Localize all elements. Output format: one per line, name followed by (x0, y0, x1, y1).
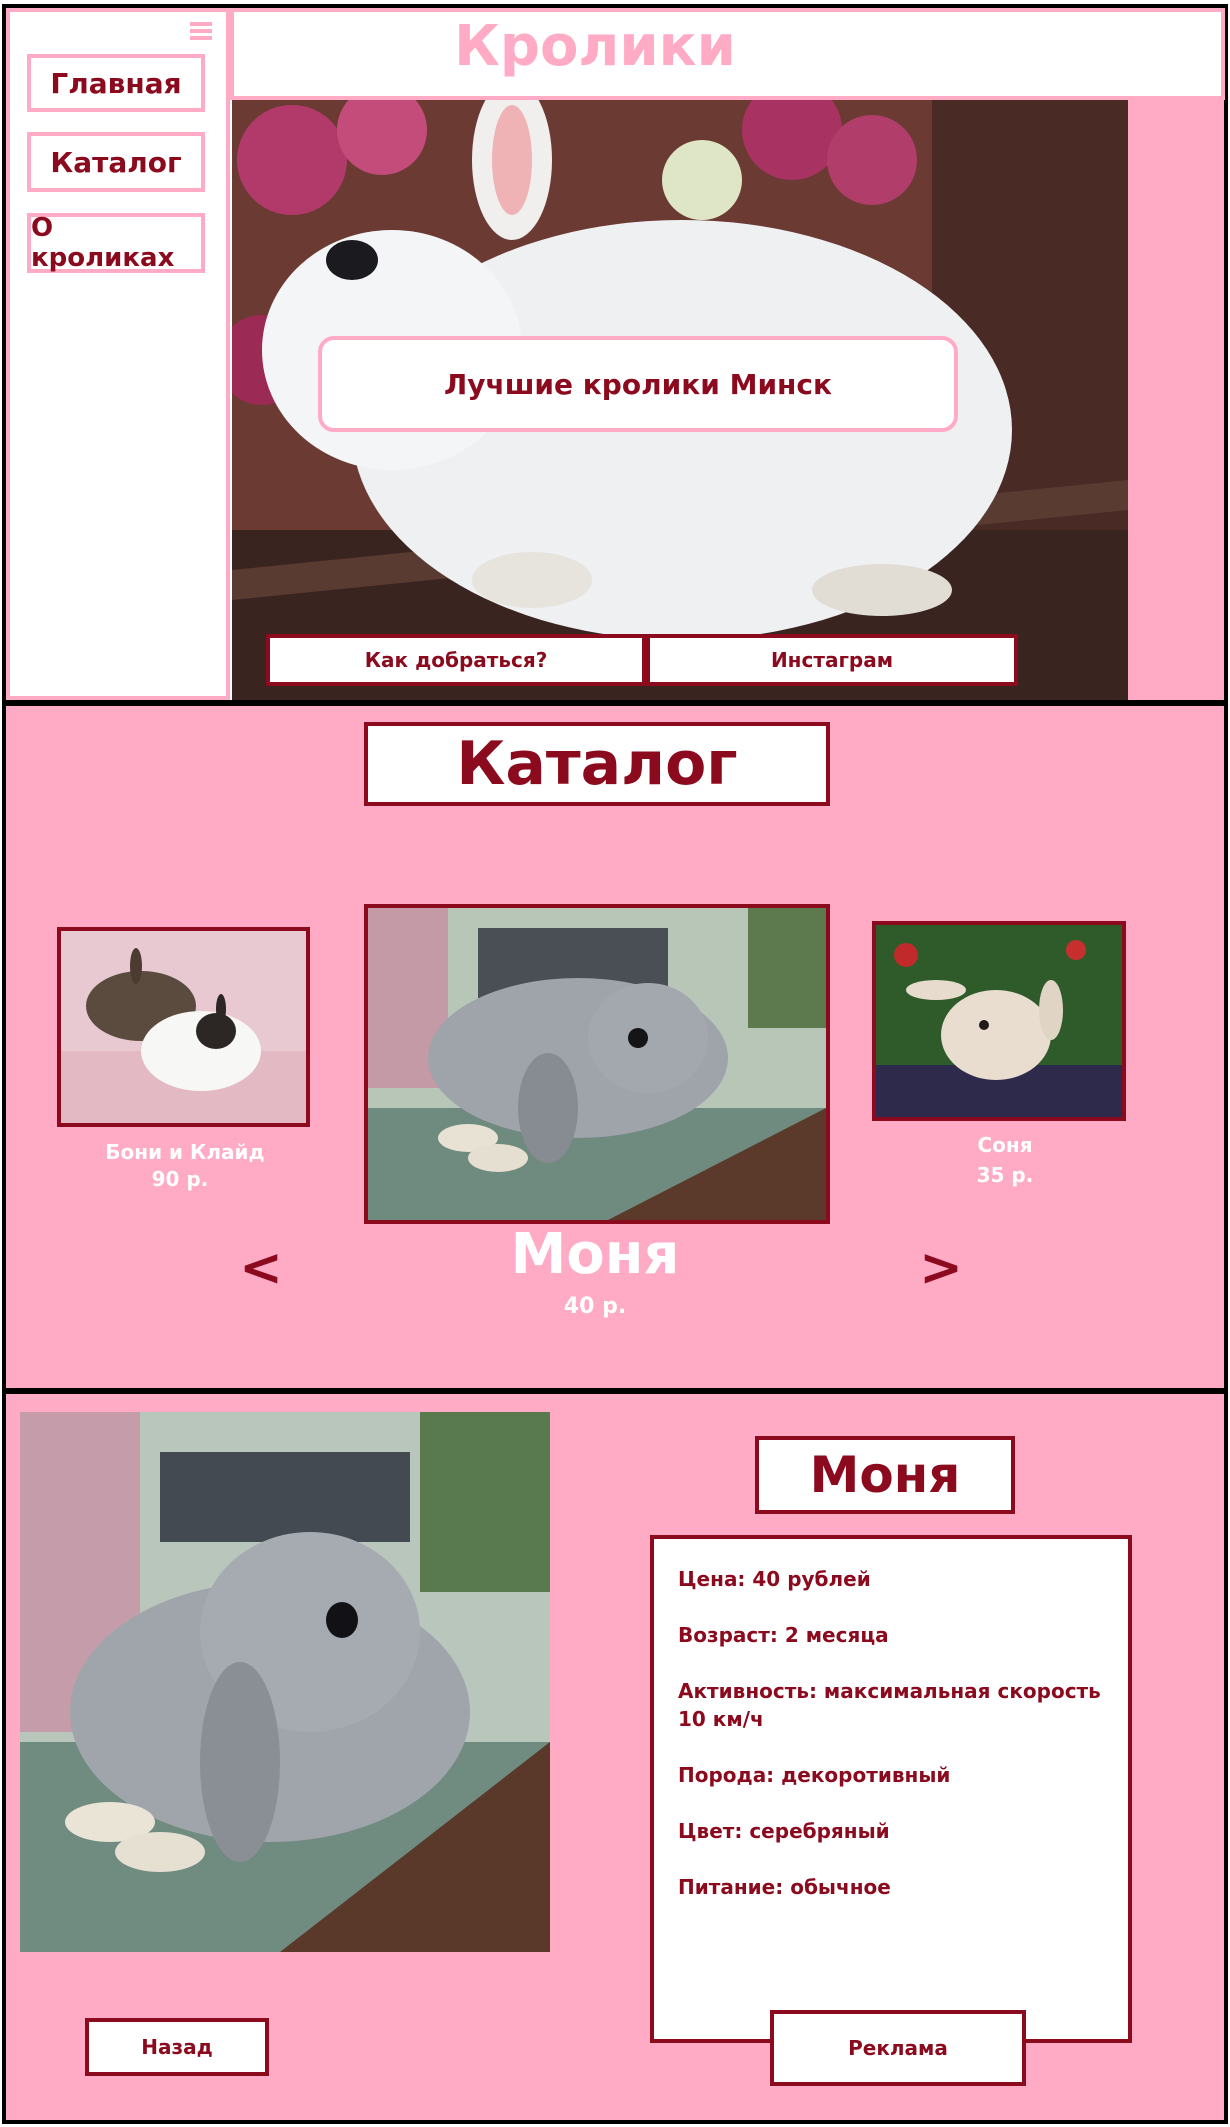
catalog-item-name: Бони и Клайд (105, 1140, 265, 1164)
catalog-item-price: 90 р. (151, 1167, 209, 1191)
directions-button-label: Как добраться? (364, 648, 548, 672)
detail-spec-age: Возраст: 2 месяца (678, 1623, 889, 1647)
carousel-prev-arrow[interactable]: < (236, 1238, 286, 1298)
catalog-item-image[interactable] (57, 927, 310, 1127)
catalog-item-name: Соня (977, 1133, 1033, 1157)
instagram-button-label: Инстаграм (770, 648, 894, 672)
carousel-next-arrow[interactable]: > (916, 1238, 966, 1298)
back-button[interactable]: Назад (85, 2018, 269, 2076)
sidebar-item-label: Каталог (50, 145, 182, 179)
sidebar-item-label: Главная (50, 66, 182, 100)
sidebar-item-about[interactable]: О кроликах (27, 213, 205, 273)
catalog-item-name: Моня (510, 1222, 680, 1287)
sidebar-item-home[interactable]: Главная (27, 54, 205, 112)
detail-name-text: Моня (809, 1446, 961, 1504)
detail-spec-diet: Питание: обычное (678, 1875, 891, 1899)
page-title: Кролики (454, 14, 736, 79)
catalog-item-price: 35 р. (976, 1163, 1034, 1187)
ad-button-label: Реклама (848, 2036, 948, 2060)
hero-banner-text: Лучшие кролики Минск (443, 367, 833, 401)
detail-specs-card (650, 1535, 1132, 2043)
detail-name: Моня (755, 1436, 1015, 1514)
catalog-title-text: Каталог (456, 729, 738, 799)
directions-button[interactable]: Как добраться? (266, 634, 646, 686)
catalog-item-image[interactable] (872, 921, 1126, 1121)
back-button-label: Назад (141, 2035, 213, 2059)
ad-button[interactable]: Реклама (770, 2010, 1026, 2086)
sidebar-item-catalog[interactable]: Каталог (27, 132, 205, 192)
detail-image (20, 1412, 550, 1952)
hamburger-menu-icon[interactable] (188, 20, 214, 42)
instagram-button[interactable]: Инстаграм (646, 634, 1018, 686)
hero-side-panel (1128, 100, 1224, 700)
detail-spec-price: Цена: 40 рублей (678, 1567, 871, 1591)
sidebar-item-label: О кроликах (31, 213, 175, 273)
catalog-title: Каталог (364, 722, 830, 806)
detail-spec-color: Цвет: серебряный (678, 1819, 890, 1843)
catalog-item-image[interactable] (364, 904, 830, 1224)
hero-banner: Лучшие кролики Минск (318, 336, 958, 432)
detail-spec-breed: Порода: декоротивный (678, 1763, 951, 1787)
detail-spec-activity: Активность: максимальная скорость 10 км/… (678, 1679, 1101, 1731)
catalog-item-price: 40 р. (563, 1294, 627, 1319)
